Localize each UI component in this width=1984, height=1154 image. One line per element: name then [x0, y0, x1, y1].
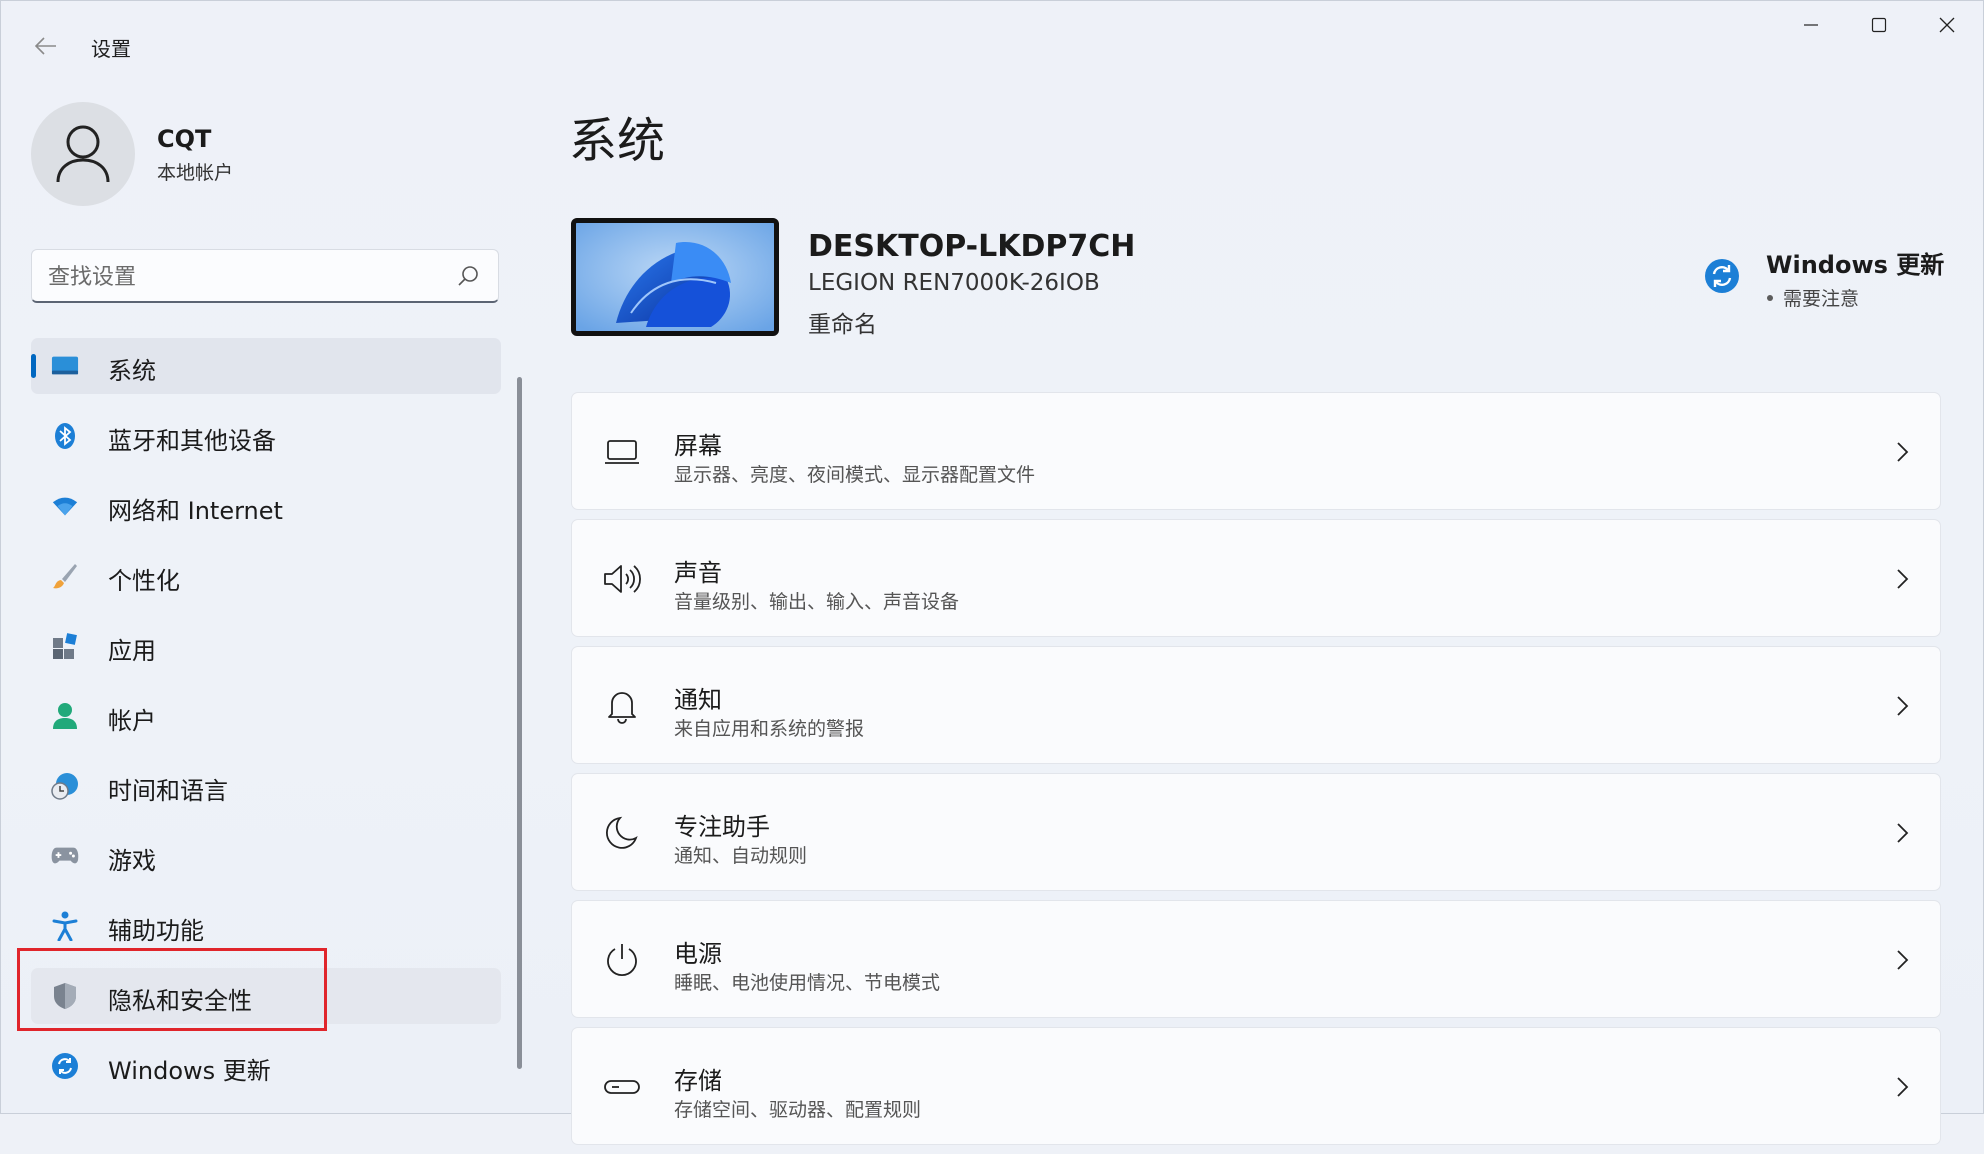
sidebar-item-bluetooth[interactable]: 蓝牙和其他设备: [31, 408, 501, 464]
maximize-button[interactable]: [1845, 1, 1913, 49]
windows-update-icon[interactable]: [1704, 258, 1740, 294]
system-icon: [51, 352, 79, 380]
chevron-right-icon: [1897, 696, 1909, 716]
windows-update-status: 需要注意: [1783, 288, 1860, 310]
sidebar-item-label: 辅助功能: [108, 917, 204, 945]
globe-clock-icon: [51, 772, 79, 800]
card-storage[interactable]: 存储 存储空间、驱动器、配置规则: [571, 1027, 1941, 1145]
card-title: 电源: [674, 940, 722, 968]
sidebar-item-network[interactable]: 网络和 Internet: [31, 478, 501, 534]
card-display[interactable]: 屏幕 显示器、亮度、夜间模式、显示器配置文件: [571, 392, 1941, 510]
rename-link[interactable]: 重命名: [808, 305, 877, 339]
sidebar-item-gaming[interactable]: 游戏: [31, 828, 501, 884]
sidebar-item-label: 系统: [108, 357, 156, 385]
moon-icon: [602, 813, 642, 853]
card-notifications[interactable]: 通知 来自应用和系统的警报: [571, 646, 1941, 764]
card-subtitle: 音量级别、输出、输入、声音设备: [674, 591, 960, 613]
account-type: 本地帐户: [157, 162, 234, 184]
sidebar-item-label: 网络和 Internet: [108, 497, 283, 525]
sidebar-item-label: 个性化: [108, 567, 180, 595]
search-box[interactable]: [31, 249, 499, 303]
card-power[interactable]: 电源 睡眠、电池使用情况、节电模式: [571, 900, 1941, 1018]
card-title: 屏幕: [674, 432, 722, 460]
annotation-highlight-box: [17, 948, 327, 1031]
settings-window: 设置 CQT 本地帐户 系统: [0, 0, 1984, 1145]
card-subtitle: 存储空间、驱动器、配置规则: [674, 1099, 922, 1121]
person-icon: [51, 702, 79, 730]
bell-icon: [602, 686, 642, 726]
maximize-icon: [1871, 17, 1887, 33]
card-subtitle: 显示器、亮度、夜间模式、显示器配置文件: [674, 464, 1036, 486]
card-subtitle: 通知、自动规则: [674, 845, 808, 867]
chevron-right-icon: [1897, 442, 1909, 462]
sidebar-item-label: 应用: [108, 637, 156, 665]
user-name: CQT: [157, 125, 212, 153]
card-title: 通知: [674, 686, 722, 714]
device-wallpaper-thumbnail: [571, 218, 779, 336]
search-input[interactable]: [46, 258, 450, 296]
sidebar-item-accessibility[interactable]: 辅助功能: [31, 898, 501, 954]
sidebar-item-accounts[interactable]: 帐户: [31, 688, 501, 744]
avatar[interactable]: [31, 102, 135, 206]
page-title: 系统: [569, 113, 666, 169]
card-title: 存储: [674, 1067, 722, 1095]
sidebar-item-time-language[interactable]: 时间和语言: [31, 758, 501, 814]
app-title: 设置: [91, 37, 131, 61]
status-dot: [1767, 295, 1773, 301]
wifi-icon: [51, 492, 79, 520]
storage-icon: [602, 1067, 642, 1107]
minimize-button[interactable]: [1777, 1, 1845, 49]
sidebar-item-system[interactable]: 系统: [31, 338, 501, 394]
gamepad-icon: [51, 842, 79, 870]
laptop-icon: [602, 432, 642, 472]
close-button[interactable]: [1913, 1, 1981, 49]
back-button[interactable]: [23, 27, 69, 65]
update-icon: [51, 1052, 79, 1080]
device-model: LEGION REN7000K-26IOB: [808, 270, 1100, 296]
card-sound[interactable]: 声音 音量级别、输出、输入、声音设备: [571, 519, 1941, 637]
user-icon: [56, 125, 110, 183]
card-title: 专注助手: [674, 813, 770, 841]
title-bar: 设置: [1, 1, 1983, 89]
close-icon: [1939, 17, 1955, 33]
card-title: 声音: [674, 559, 722, 587]
accessibility-icon: [51, 911, 79, 941]
chevron-right-icon: [1897, 569, 1909, 589]
card-subtitle: 睡眠、电池使用情况、节电模式: [674, 972, 941, 994]
card-focus-assist[interactable]: 专注助手 通知、自动规则: [571, 773, 1941, 891]
power-icon: [602, 940, 642, 980]
bluetooth-icon: [51, 422, 79, 450]
search-icon[interactable]: [456, 264, 480, 288]
chevron-right-icon: [1897, 1077, 1909, 1097]
minimize-icon: [1804, 24, 1818, 26]
sidebar-item-label: 蓝牙和其他设备: [108, 427, 276, 455]
device-name: DESKTOP-LKDP7CH: [808, 229, 1136, 264]
apps-icon: [51, 632, 79, 660]
sidebar-item-personalization[interactable]: 个性化: [31, 548, 501, 604]
windows-update-title[interactable]: Windows 更新: [1766, 245, 1944, 280]
speaker-icon: [602, 559, 642, 599]
settings-cards: 屏幕 显示器、亮度、夜间模式、显示器配置文件 声音 音量级别、输出、输入、声音设…: [571, 392, 1941, 1154]
sidebar-item-apps[interactable]: 应用: [31, 618, 501, 674]
sidebar-item-label: 游戏: [108, 847, 156, 875]
windows-bloom-image: [576, 223, 774, 331]
back-arrow-icon: [35, 37, 56, 55]
sidebar-scrollbar[interactable]: [517, 377, 522, 1069]
brush-icon: [51, 562, 79, 590]
sidebar-item-label: Windows 更新: [108, 1057, 271, 1085]
chevron-right-icon: [1897, 950, 1909, 970]
sidebar-item-windows-update[interactable]: Windows 更新: [31, 1038, 501, 1094]
sidebar-item-label: 时间和语言: [108, 777, 228, 805]
selection-indicator: [31, 354, 36, 378]
chevron-right-icon: [1897, 823, 1909, 843]
card-subtitle: 来自应用和系统的警报: [674, 718, 865, 740]
sidebar-item-label: 帐户: [108, 707, 156, 735]
